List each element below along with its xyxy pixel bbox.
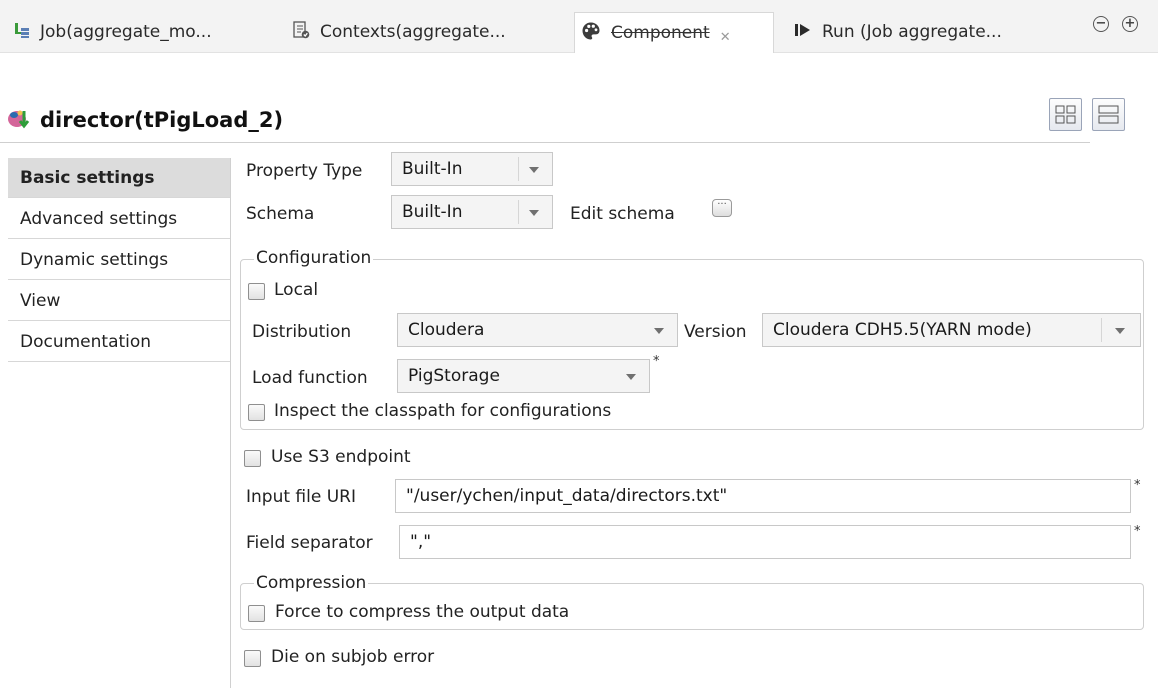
die-on-error-checkbox[interactable] [244,650,261,667]
version-value: Cloudera CDH5.5(YARN mode) [773,320,1032,340]
field-separator-field[interactable]: "," [399,525,1131,559]
distribution-select[interactable]: Cloudera [397,313,678,347]
palette-icon [581,21,601,46]
distribution-value: Cloudera [408,320,485,340]
run-icon [794,22,812,43]
load-function-select[interactable]: PigStorage [397,359,650,393]
local-checkbox[interactable] [248,283,265,300]
maximize-icon[interactable]: + [1122,16,1138,32]
tpigload-icon [6,105,34,136]
input-uri-field[interactable]: "/user/ychen/input_data/directors.txt" [395,479,1131,513]
chevron-down-icon [654,328,664,334]
nav-documentation[interactable]: Documentation [8,322,230,362]
grid-layout-icon [1055,105,1076,124]
field-separator-value: "," [410,532,432,552]
local-label: Local [274,280,319,300]
nav-label: Basic settings [20,168,155,188]
use-s3-label: Use S3 endpoint [271,447,411,467]
use-s3-checkbox[interactable] [244,450,261,467]
distribution-label: Distribution [252,322,352,342]
tab-label: Run (Job aggregate... [822,22,1002,42]
row-layout-icon [1098,105,1119,124]
nav-label: Advanced settings [20,209,178,229]
nav-label: View [20,291,61,311]
job-icon [14,22,30,43]
combo-separator [518,157,519,181]
load-function-value: PigStorage [408,366,500,386]
tab-label: Contexts(aggregate... [320,22,506,42]
nav-divider [230,158,231,688]
required-marker: * [653,354,660,369]
tab-job[interactable]: Job(aggregate_mo... [14,12,274,52]
chevron-down-icon [529,210,539,216]
nav-advanced-settings[interactable]: Advanced settings [8,199,230,239]
close-icon[interactable]: ✕ [720,30,731,45]
edit-schema-label: Edit schema [570,204,675,224]
compression-legend: Compression [254,573,369,593]
inspect-classpath-checkbox[interactable] [248,404,265,421]
layout-grid-button[interactable] [1049,98,1082,131]
load-function-label: Load function [252,368,368,388]
nav-basic-settings[interactable]: Basic settings [8,158,230,198]
version-select[interactable]: Cloudera CDH5.5(YARN mode) [762,313,1141,347]
combo-separator [518,200,519,224]
schema-label: Schema [246,204,315,224]
edit-schema-button[interactable]: ··· [712,199,732,217]
nav-label: Documentation [20,332,152,352]
property-type-select[interactable]: Built-In [391,152,553,186]
tab-run[interactable]: Run (Job aggregate... [794,12,1064,52]
input-uri-label: Input file URI [246,487,356,507]
configuration-legend: Configuration [254,248,374,268]
nav-view[interactable]: View [8,281,230,321]
property-type-label: Property Type [246,161,363,181]
die-on-error-label: Die on subjob error [271,647,435,667]
property-type-value: Built-In [402,159,463,179]
chevron-down-icon [626,374,636,380]
required-marker: * [1134,478,1141,493]
field-separator-label: Field separator [246,533,373,553]
nav-label: Dynamic settings [20,250,169,270]
required-marker: * [1134,524,1141,539]
force-compress-label: Force to compress the output data [275,602,570,622]
tab-contexts[interactable]: Contexts(aggregate... [292,12,562,52]
tab-label: Component [611,23,710,43]
force-compress-checkbox[interactable] [248,605,265,622]
chevron-down-icon [1115,328,1125,334]
input-uri-value: "/user/ychen/input_data/directors.txt" [406,486,728,506]
schema-value: Built-In [402,202,463,222]
schema-select[interactable]: Built-In [391,195,553,229]
version-label: Version [684,322,747,342]
tab-component[interactable]: Component ✕ [574,12,774,53]
chevron-down-icon [529,167,539,173]
page-title: director(tPigLoad_2) [40,108,284,132]
inspect-classpath-label: Inspect the classpath for configurations [274,401,612,421]
nav-dynamic-settings[interactable]: Dynamic settings [8,240,230,280]
minimize-icon[interactable]: − [1093,16,1109,32]
layout-rows-button[interactable] [1092,98,1125,131]
combo-separator [1101,318,1102,342]
contexts-icon [292,20,310,44]
tab-label: Job(aggregate_mo... [40,22,212,42]
